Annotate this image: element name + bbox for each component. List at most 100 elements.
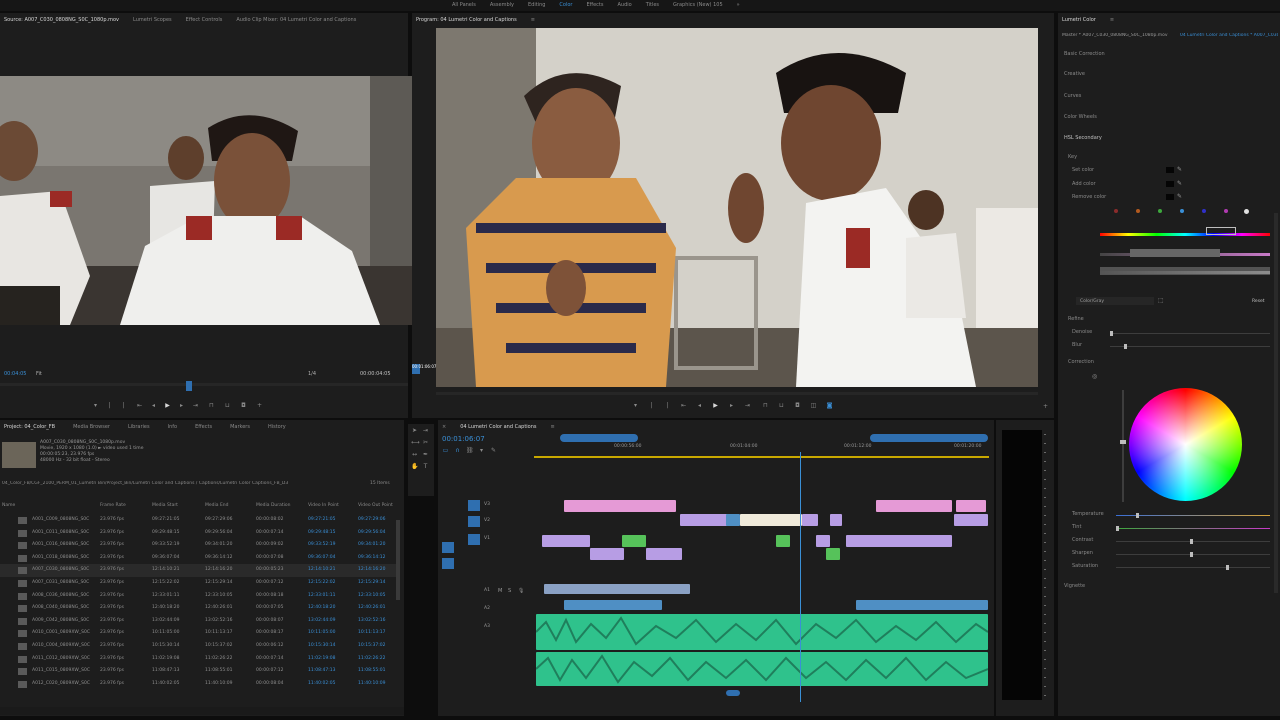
overwrite-icon[interactable]: ⊔ xyxy=(224,403,231,409)
insert-icon[interactable]: ⊓ xyxy=(208,403,215,409)
program-play-icon[interactable]: ▶ xyxy=(712,403,719,409)
project-scrollbar[interactable] xyxy=(396,520,400,600)
clip-v2-4[interactable] xyxy=(802,514,818,526)
header-name[interactable]: Name xyxy=(2,503,15,508)
clip-v1-7[interactable] xyxy=(646,548,682,560)
clip-v2-5[interactable] xyxy=(830,514,842,526)
clip-v1-8[interactable] xyxy=(826,548,840,560)
program-export-frame-icon[interactable]: ◘ xyxy=(794,403,801,409)
project-list-item[interactable]: A007_C030_0808NG_S0C 23.976 fps 12:14:10:2… xyxy=(0,564,400,577)
project-list-item[interactable]: A010_C004_0809XW_S0C 23.976 fps 10:15:30:1… xyxy=(0,640,400,653)
tab-info[interactable]: Info xyxy=(168,424,177,430)
lumetri-master-clip[interactable]: Master * A007_C030_0808NG_S0C_1080p.mov xyxy=(1062,33,1174,38)
workspace-tab-effects[interactable]: Effects xyxy=(586,2,603,8)
contrast-slider[interactable] xyxy=(1116,539,1270,544)
section-color-wheels[interactable]: Color Wheels xyxy=(1064,114,1097,120)
source-playhead[interactable] xyxy=(186,381,192,391)
track-target-v1[interactable] xyxy=(468,534,480,545)
timeline-settings-icon[interactable]: ✎ xyxy=(490,448,497,454)
hue-range-selector[interactable] xyxy=(1206,227,1236,235)
header-video-out-point[interactable]: Video Out Point xyxy=(358,503,393,508)
ripple-edit-tool-icon[interactable]: ⟷ xyxy=(411,440,420,446)
tab-effects[interactable]: Effects xyxy=(195,424,212,430)
clip-a1-music[interactable] xyxy=(544,584,690,594)
clip-v2-6[interactable] xyxy=(954,514,988,526)
header-frame-rate[interactable]: Frame Rate xyxy=(100,503,126,508)
wheel-slider[interactable] xyxy=(1120,390,1126,502)
program-add-button-icon[interactable]: + xyxy=(1042,404,1049,410)
timeline-timecode[interactable]: 00:01:06:07 xyxy=(442,435,485,443)
clip-a2-1[interactable] xyxy=(564,600,662,610)
program-settings-icon[interactable]: ◙ xyxy=(826,403,833,409)
workspace-tab-editing[interactable]: Editing xyxy=(528,2,545,8)
step-forward-icon[interactable]: ▸ xyxy=(178,403,185,409)
tab-libraries[interactable]: Libraries xyxy=(128,424,150,430)
preset-green-dot[interactable] xyxy=(1158,209,1162,213)
header-media-end[interactable]: Media End xyxy=(205,503,229,508)
program-tab-menu-icon[interactable]: ≡ xyxy=(531,17,535,23)
program-step-forward-icon[interactable]: ▸ xyxy=(728,403,735,409)
section-hsl-secondary[interactable]: HSL Secondary xyxy=(1064,135,1102,141)
clip-v3-caption-3[interactable] xyxy=(956,500,986,512)
program-scrub-bar[interactable] xyxy=(436,392,1038,395)
tab-effect-controls[interactable]: Effect Controls xyxy=(186,17,223,23)
source-fit-dropdown[interactable]: Fit xyxy=(36,371,42,377)
saturation-range-selector[interactable] xyxy=(1130,249,1220,257)
tab-history[interactable]: History xyxy=(268,424,286,430)
tab-media-browser[interactable]: Media Browser xyxy=(73,424,110,430)
clip-a3-audio-top[interactable] xyxy=(535,614,989,650)
clip-v1-6[interactable] xyxy=(590,548,624,560)
timeline-close-icon[interactable]: × xyxy=(442,424,446,430)
section-creative[interactable]: Creative xyxy=(1064,71,1085,77)
clip-a3-audio-bottom[interactable] xyxy=(535,652,989,686)
sharpen-slider[interactable] xyxy=(1116,552,1270,557)
go-to-out-icon[interactable]: ⇥ xyxy=(192,403,199,409)
mute-a1-icon[interactable]: M xyxy=(498,588,502,594)
hand-tool-icon[interactable]: ✋ xyxy=(411,464,418,470)
slip-tool-icon[interactable]: ↔ xyxy=(411,452,418,458)
temperature-slider[interactable] xyxy=(1116,513,1270,518)
source-scale-dropdown[interactable]: 1/4 xyxy=(308,371,316,377)
snap-icon[interactable]: ∩ xyxy=(454,448,461,454)
lumetri-scrollbar[interactable] xyxy=(1274,213,1278,593)
luminance-range-selector[interactable] xyxy=(1100,267,1270,275)
source-patch-v1[interactable] xyxy=(442,542,454,553)
program-go-to-in-icon[interactable]: ⇤ xyxy=(680,403,687,409)
button-editor-icon[interactable]: + xyxy=(256,403,263,409)
wheel-slider-knob[interactable] xyxy=(1120,440,1126,444)
project-list-item[interactable]: A008_C040_0808NG_S0C 23.976 fps 12:40:18:2… xyxy=(0,602,400,615)
pen-tool-icon[interactable]: ✒ xyxy=(422,452,429,458)
timeline-horizontal-scroll[interactable] xyxy=(726,690,740,696)
project-list-item[interactable]: A009_C042_0808NG_S0C 23.976 fps 13:02:44:0… xyxy=(0,615,400,628)
preset-cyan-dot[interactable] xyxy=(1180,209,1184,213)
program-mark-out-icon[interactable]: | xyxy=(648,403,655,409)
clip-v2-2[interactable] xyxy=(726,514,740,526)
timeline-playhead[interactable] xyxy=(800,452,801,702)
workspace-tab-color[interactable]: Color xyxy=(559,2,572,8)
selection-tool-icon[interactable]: ➤ xyxy=(411,428,418,434)
saturation-slider[interactable] xyxy=(1116,565,1270,570)
step-back-icon[interactable]: ◂ xyxy=(150,403,157,409)
tab-lumetri-color[interactable]: Lumetri Color xyxy=(1062,17,1096,23)
preset-magenta-dot[interactable] xyxy=(1224,209,1228,213)
color-gray-dropdown[interactable]: Color/Gray xyxy=(1076,297,1154,305)
project-list-item[interactable]: A007_C031_0808NG_S0C 23.976 fps 12:15:22:0… xyxy=(0,577,400,590)
razor-tool-icon[interactable]: ✂ xyxy=(422,440,429,446)
lumetri-tab-menu-icon[interactable]: ≡ xyxy=(1110,17,1114,23)
mark-in-icon[interactable]: ▾ xyxy=(92,403,99,409)
workspace-tab-all-panels[interactable]: All Panels xyxy=(452,2,476,8)
add-color-swatch[interactable] xyxy=(1166,181,1174,187)
track-target-v3[interactable] xyxy=(468,500,480,511)
project-list-item[interactable]: A001_C018_0808NG_S0C 23.976 fps 09:36:07:0… xyxy=(0,552,400,565)
program-mark-clip-icon[interactable]: | xyxy=(664,403,671,409)
clip-v1-5[interactable] xyxy=(846,535,952,547)
project-list-item[interactable]: A001_C016_0808NG_S0C 23.976 fps 09:33:52:1… xyxy=(0,539,400,552)
go-to-in-icon[interactable]: ⇤ xyxy=(136,403,143,409)
tab-audio-clip-mixer[interactable]: Audio Clip Mixer: 04 Lumetri Color and C… xyxy=(236,17,356,23)
clip-v2-1[interactable] xyxy=(680,514,728,526)
header-video-in-point[interactable]: Video In Point xyxy=(308,503,339,508)
project-list-item[interactable]: A008_C036_0808NG_S0C 23.976 fps 12:33:01:1… xyxy=(0,590,400,603)
comparison-view-icon[interactable]: ◫ xyxy=(810,403,817,409)
clip-a2-2[interactable] xyxy=(856,600,988,610)
export-frame-icon[interactable]: ◘ xyxy=(240,403,247,409)
